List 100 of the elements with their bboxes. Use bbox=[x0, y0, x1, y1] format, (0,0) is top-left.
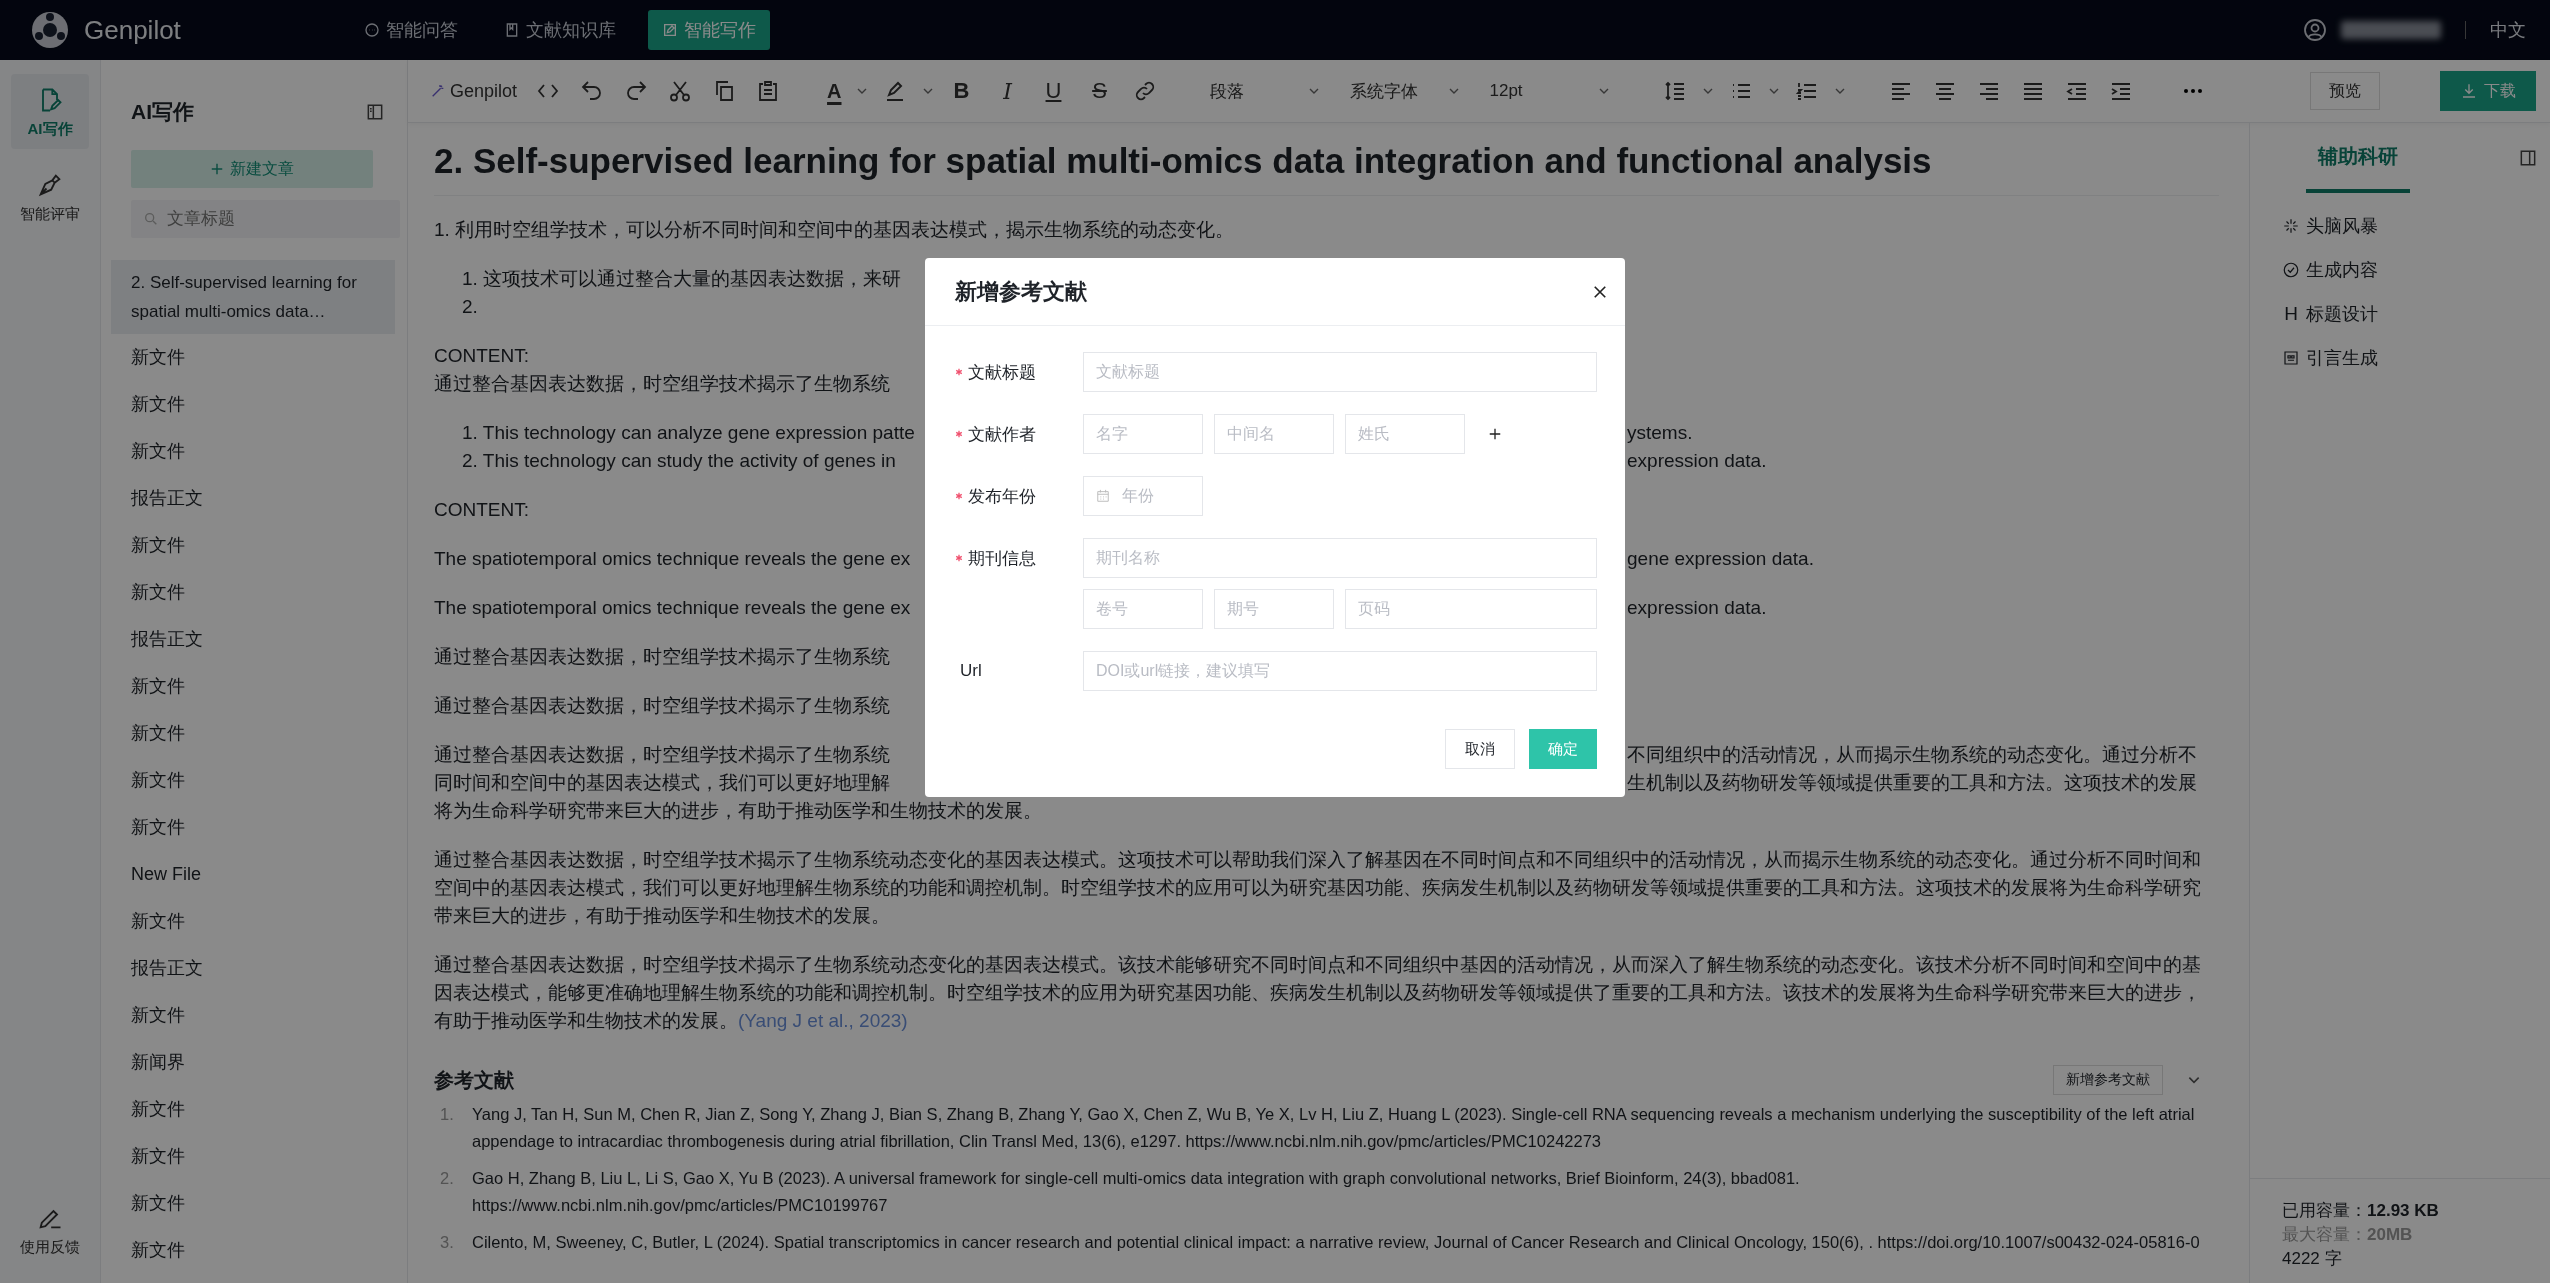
references-heading: 参考文献 bbox=[434, 1068, 514, 1093]
file-item[interactable]: 新闻界 bbox=[111, 1039, 407, 1086]
file-item[interactable]: 2. Self-supervised learning for spatial multi-omics data… bbox=[111, 260, 395, 334]
wand-icon bbox=[430, 83, 446, 99]
file-item[interactable]: 新文件 bbox=[111, 1180, 407, 1227]
underline-button[interactable]: U bbox=[1035, 78, 1072, 104]
plus-icon[interactable] bbox=[1488, 427, 1502, 441]
input-field[interactable]: 期刊名称 bbox=[1083, 538, 1597, 578]
file-item[interactable]: 报告正文 bbox=[111, 616, 407, 663]
text-line: 不同组织中的活动情况，从而揭示生物系统的动态变化。通过分析不 bbox=[1627, 743, 2198, 767]
text-line: The spatiotemporal omics technique reveals the gene ex bbox=[434, 596, 912, 620]
field-label: 文献标题 bbox=[968, 361, 1036, 384]
dialog-title: 新增参考文献 bbox=[955, 277, 1087, 306]
assistant-tab[interactable]: 辅助科研 bbox=[2306, 123, 2410, 193]
chat-icon bbox=[364, 22, 380, 38]
sparkle-icon bbox=[2282, 217, 2300, 235]
input-field[interactable]: 卷号 bbox=[1083, 589, 1203, 629]
panel-toggle-icon[interactable] bbox=[2518, 148, 2538, 168]
text-line: 通过整合基因表达数据，时空组学技术揭示了生物系统 bbox=[434, 695, 890, 716]
file-item[interactable]: 新文件 bbox=[111, 381, 407, 428]
add-reference-button[interactable]: 新增参考文献 bbox=[2053, 1065, 2163, 1095]
input-field[interactable]: 中间名 bbox=[1214, 414, 1334, 454]
file-item[interactable]: 报告正文 bbox=[111, 475, 407, 522]
file-item[interactable]: 新文件 bbox=[111, 1086, 407, 1133]
input-field[interactable]: 姓氏 bbox=[1345, 414, 1465, 454]
nav-tab[interactable]: 智能问答 bbox=[350, 10, 472, 50]
app-name: Genpilot bbox=[84, 14, 181, 46]
file-item[interactable]: 新文件 bbox=[111, 898, 407, 945]
field-label: 文献作者 bbox=[968, 423, 1036, 446]
feedback-button[interactable]: 使用反馈 bbox=[11, 1192, 89, 1267]
text-line: 1. 利用时空组学技术，可以分析不同时间和空间中的基因表达模式，揭示生物系统的动态变化。 bbox=[434, 219, 1235, 240]
input-field[interactable]: 期号 bbox=[1214, 589, 1334, 629]
text-line: 通过整合基因表达数据，时空组学技术揭示了生物系统 bbox=[434, 743, 891, 767]
heading-glyph: H bbox=[2283, 303, 2299, 325]
text-line: 生机制以及药物研发等领域提供重要的工具和方法。这项技术的发展 bbox=[1627, 771, 2198, 795]
font-color-button[interactable]: A bbox=[823, 79, 846, 103]
plus-icon bbox=[210, 162, 224, 176]
file-item[interactable]: 新文件 bbox=[111, 992, 407, 1039]
field-label: 期刊信息 bbox=[968, 547, 1036, 570]
search-field[interactable]: 文章标题 bbox=[131, 200, 400, 238]
text-line: CONTENT: bbox=[434, 499, 529, 520]
paragraph: 通过整合基因表达数据，时空组学技术揭示了生物系统动态变化的基因表达模式。这项技术可以帮助我们深入了解基因在不同时间点和不同组织中的活动情况，从而揭示生物系统的动态变化。通过分析不同时间和空间中的基因表达模式，我们可以更好地理解生物系统的功能和调控机制。时空组学技术的应用可以为研究基因功能、疾病发生机制以及药物研发等领域提供重要的工具和方法。这项技术的发展将为生命科学研究带来巨大的进步，有助于推动医学和生物技术的发展。 bbox=[434, 848, 2202, 928]
text-line: expression data. bbox=[1627, 449, 1768, 473]
input-field[interactable]: 文献标题 bbox=[1083, 352, 1597, 392]
file-item[interactable]: 新文件 bbox=[111, 569, 407, 616]
assistant-tool[interactable]: 头脑风暴 bbox=[2282, 211, 2550, 241]
quote-box-icon bbox=[2282, 349, 2300, 367]
assistant-tool[interactable]: 引言生成 bbox=[2282, 343, 2550, 373]
language-button[interactable]: 中文 bbox=[2490, 18, 2526, 42]
preview-button[interactable]: 预览 bbox=[2310, 72, 2380, 110]
document-title: 2. Self-supervised learning for spatial multi-omics data integration and functional analysis bbox=[434, 137, 2219, 196]
italic-button[interactable]: I bbox=[989, 78, 1026, 104]
field-label: 发布年份 bbox=[968, 485, 1036, 508]
nav-tab[interactable]: 文献知识库 bbox=[490, 10, 630, 50]
assistant-tool[interactable]: 生成内容 bbox=[2282, 255, 2550, 285]
file-item[interactable]: 新文件 bbox=[111, 334, 407, 381]
file-item[interactable]: 新文件 bbox=[111, 522, 407, 569]
file-item[interactable]: New File bbox=[111, 851, 407, 898]
strikethrough-button[interactable]: S bbox=[1081, 78, 1118, 104]
text-line: CONTENT: bbox=[434, 345, 529, 366]
bold-button[interactable]: B bbox=[943, 78, 980, 104]
input-field[interactable]: 页码 bbox=[1345, 589, 1597, 629]
search-icon bbox=[143, 211, 159, 227]
file-item[interactable]: 新文件 bbox=[111, 1133, 407, 1180]
paragraph-style-dropdown[interactable]: 段落 bbox=[1199, 73, 1330, 109]
text-line: 通过整合基因表达数据，时空组学技术揭示了生物系统 bbox=[434, 646, 890, 667]
edit-icon bbox=[662, 22, 678, 38]
paragraph: 通过整合基因表达数据，时空组学技术揭示了生物系统动态变化的基因表达模式。该技术能够研究不同时间点和不同组织中基因的活动情况，从而深入了解生物系统的动态变化。该技术分析不同时间和空间中的基因表达模式，能够更准确地理解生物系统的功能和调控机制。时空组学技术的应用为研究基因功能、疾病发生机制以及药物研发等领域提供了重要的工具和方法。该技术的发展将为生命科学研究带来巨大的进步，有助于推动医学和生物技术的发展。(Yang J et al., 2023) bbox=[434, 953, 2202, 1033]
input-field[interactable]: 名字 bbox=[1083, 414, 1203, 454]
cancel-button[interactable]: 取消 bbox=[1445, 729, 1515, 769]
word-count: 4222 字 bbox=[2282, 1249, 2342, 1268]
logo-icon bbox=[30, 10, 70, 50]
rail-item[interactable]: 智能评审 bbox=[11, 159, 89, 234]
text-line: 同时间和空间中的基因表达模式，我们可以更好地理解 bbox=[434, 771, 891, 795]
check-circle-icon bbox=[2282, 261, 2300, 279]
assistant-tool[interactable]: H 标题设计 bbox=[2282, 299, 2550, 329]
file-item[interactable]: 新文件 bbox=[111, 663, 407, 710]
reference-text: Gao H, Zhang B, Liu L, Li S, Gao X, Yu B (2023). A universal framework for single-cell multi-omics data integration with graph convolutional networks, Brief Bioinform, 24(3), bbad081. https://www.ncbi.nlm.nih.gov/pmc/articles/PMC10199767 bbox=[472, 1168, 1801, 1216]
font-family-dropdown[interactable]: 系统字体 bbox=[1339, 73, 1470, 109]
storage-value: 12.93 KB bbox=[2367, 1201, 2439, 1220]
file-item[interactable]: 新文件 bbox=[111, 428, 407, 475]
file-item[interactable]: 新文件 bbox=[111, 804, 407, 851]
text-line: 2. bbox=[462, 296, 478, 317]
file-item[interactable]: 新文件 bbox=[111, 757, 407, 804]
input-field[interactable]: DOI或url链接，建议填写 bbox=[1083, 651, 1597, 691]
file-item[interactable]: 新文件 bbox=[111, 1227, 407, 1274]
sidebar-toggle-icon[interactable] bbox=[365, 102, 385, 122]
book-icon bbox=[504, 22, 520, 38]
file-item[interactable]: 新文件 bbox=[111, 710, 407, 757]
panel-title: AI写作 bbox=[131, 99, 194, 125]
date-field[interactable]: 年份 bbox=[1083, 476, 1203, 516]
text-line: 将为生命科学研究带来巨大的进步，有助于推动医学和生物技术的发展。 bbox=[434, 800, 1042, 821]
genpilot-button[interactable]: Genpilot bbox=[430, 80, 518, 102]
user-icon[interactable] bbox=[2303, 18, 2327, 42]
text-line: gene expression data. bbox=[1627, 547, 1815, 571]
rail-item[interactable]: AI写作 bbox=[11, 74, 89, 149]
download-icon bbox=[2460, 82, 2478, 100]
file-item[interactable]: 报告正文 bbox=[111, 945, 407, 992]
font-size-dropdown[interactable]: 12pt bbox=[1479, 73, 1620, 109]
text-line: ystems. bbox=[1627, 421, 1694, 445]
